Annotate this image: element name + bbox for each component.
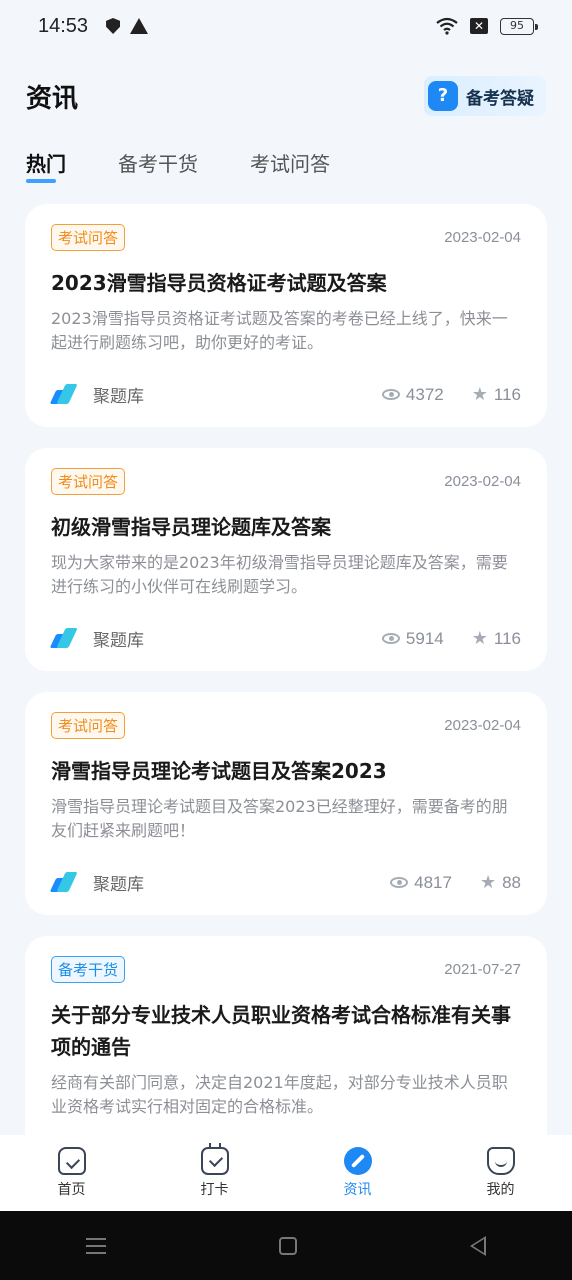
star-icon: ★ xyxy=(471,628,488,648)
x-icon: ✕ xyxy=(470,18,488,34)
nav-news-label: 资讯 xyxy=(343,1182,372,1198)
eye-icon xyxy=(381,633,400,644)
tab-hot[interactable]: 热门 xyxy=(26,148,66,183)
article-feed: 考试问答 2023-02-04 2023滑雪指导员资格证考试题及答案 2023滑… xyxy=(25,204,547,1257)
battery-icon: 95 xyxy=(500,17,538,35)
article-tag: 备考干货 xyxy=(51,956,126,983)
article-date: 2023-02-04 xyxy=(444,473,521,490)
article-tag: 考试问答 xyxy=(51,468,126,495)
article-title: 初级滑雪指导员理论题库及答案 xyxy=(51,515,331,539)
nav-checkin-label: 打卡 xyxy=(200,1182,229,1198)
article-card[interactable]: 考试问答 2023-02-04 初级滑雪指导员理论题库及答案 现为大家带来的是2… xyxy=(25,448,547,671)
star-icon: ★ xyxy=(479,872,497,892)
nav-profile-label: 我的 xyxy=(486,1182,515,1198)
article-description: 现为大家带来的是2023年初级滑雪指导员理论题库及答案，需要进行练习的小伙伴可在… xyxy=(51,553,508,596)
article-card[interactable]: 考试问答 2023-02-04 滑雪指导员理论考试题目及答案2023 滑雪指导员… xyxy=(25,692,547,915)
shield-icon xyxy=(106,18,121,34)
article-title: 2023滑雪指导员资格证考试题及答案 xyxy=(51,271,387,295)
wifi-icon xyxy=(436,17,458,35)
jutiku-logo-icon xyxy=(49,383,78,406)
star-count: 116 xyxy=(493,384,521,404)
article-title: 滑雪指导员理论考试题目及答案2023 xyxy=(51,759,387,783)
tab-exam-prep[interactable]: 备考干货 xyxy=(118,148,198,183)
eye-icon xyxy=(381,389,400,400)
exam-qa-label: 备考答疑 xyxy=(466,88,534,109)
tab-exam-qa[interactable]: 考试问答 xyxy=(250,148,330,183)
view-count: 4372 xyxy=(405,384,444,404)
home-icon xyxy=(57,1147,86,1175)
article-tag: 考试问答 xyxy=(51,712,126,739)
status-time: 14:53 xyxy=(38,14,89,37)
article-title: 关于部分专业技术人员职业资格考试合格标准有关事项的通告 xyxy=(51,1003,511,1059)
status-bar: 14:53 ✕ 95 xyxy=(0,0,572,52)
star-icon: ★ xyxy=(471,384,488,404)
exam-qa-button[interactable]: ? 备考答疑 xyxy=(424,76,546,116)
article-description: 经商有关部门同意，决定自2021年度起，对部分专业技术人员职业资格考试实行相对固… xyxy=(51,1073,508,1116)
nav-home-label: 首页 xyxy=(57,1182,86,1198)
page-title: 资讯 xyxy=(26,83,79,114)
bottom-nav: 首页 打卡 资讯 我的 xyxy=(0,1135,572,1211)
article-description: 滑雪指导员理论考试题目及答案2023已经整理好，需要备考的朋友们赶紧来刷题吧！ xyxy=(51,797,508,840)
nav-news[interactable]: 资讯 xyxy=(313,1147,403,1199)
page-header: 资讯 ? 备考答疑 xyxy=(26,70,546,122)
nav-profile[interactable]: 我的 xyxy=(456,1147,546,1199)
article-card[interactable]: 考试问答 2023-02-04 2023滑雪指导员资格证考试题及答案 2023滑… xyxy=(25,204,547,427)
article-source: 聚题库 xyxy=(93,631,144,651)
star-count: 88 xyxy=(502,872,521,892)
nav-checkin[interactable]: 打卡 xyxy=(170,1143,260,1199)
view-count: 4817 xyxy=(414,872,452,892)
system-nav-bar xyxy=(0,1211,572,1280)
jutiku-logo-icon xyxy=(49,627,78,650)
back-triangle-icon[interactable] xyxy=(469,1235,486,1256)
nav-home[interactable]: 首页 xyxy=(27,1147,117,1199)
view-count: 5914 xyxy=(405,628,444,648)
article-source: 聚题库 xyxy=(93,387,144,407)
article-tag: 考试问答 xyxy=(51,224,126,251)
warning-icon xyxy=(130,18,149,34)
category-tabs: 热门 备考干货 考试问答 xyxy=(26,148,330,183)
calendar-check-icon xyxy=(200,1143,229,1175)
question-chat-icon: ? xyxy=(428,81,458,111)
article-date: 2023-02-04 xyxy=(444,717,521,734)
star-count: 116 xyxy=(493,628,521,648)
jutiku-logo-icon xyxy=(49,871,78,894)
recent-apps-icon[interactable] xyxy=(86,1237,107,1254)
eye-icon xyxy=(390,877,409,888)
article-date: 2023-02-04 xyxy=(444,229,521,246)
home-square-icon[interactable] xyxy=(278,1236,297,1255)
profile-icon xyxy=(486,1147,515,1175)
article-source: 聚题库 xyxy=(93,875,144,895)
article-date: 2021-07-27 xyxy=(444,961,521,978)
article-description: 2023滑雪指导员资格证考试题及答案的考卷已经上线了，快来一起进行刷题练习吧，助… xyxy=(51,309,508,352)
compass-icon xyxy=(343,1147,372,1175)
